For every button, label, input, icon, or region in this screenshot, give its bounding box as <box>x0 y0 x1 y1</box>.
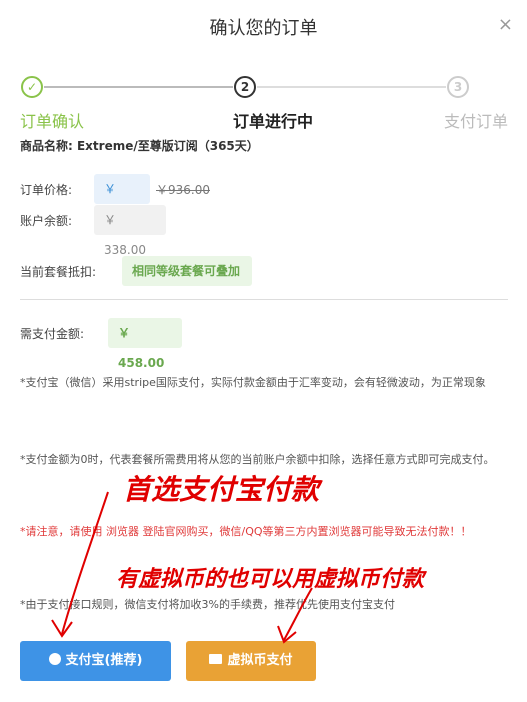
deduct-value-badge: 相同等级套餐可叠加 <box>122 256 252 286</box>
step-1-check-icon: ✓ <box>21 76 43 98</box>
annotation-arrowhead-right <box>277 625 297 644</box>
close-icon[interactable]: × <box>498 16 513 34</box>
alipay-button[interactable]: 支付宝(推荐) <box>20 641 171 681</box>
pay-amount-value: ￥ 458.00 <box>108 318 182 370</box>
note-browser-warning: *请注意，请使用 浏览器 登陆官网购买，微信/QQ等第三方内置浏览器可能导致无法… <box>20 525 472 538</box>
deduct-label: 当前套餐抵扣: <box>20 265 97 279</box>
original-price: ￥936.00 <box>156 183 210 197</box>
annotation-crypto-ok: 有虚拟币的也可以用虚拟币付款 <box>116 566 425 592</box>
alipay-button-label: 支付宝(推荐) <box>65 653 143 668</box>
step-3-label: 支付订单 <box>443 112 508 131</box>
annotation-prefer-alipay: 首选支付宝付款 <box>123 473 320 506</box>
crypto-pay-button-label: 虚拟币支付 <box>227 653 293 668</box>
step-3-indicator: 3 <box>447 76 469 98</box>
pay-amount-label: 需支付金额: <box>20 327 85 341</box>
order-confirm-dialog: 确认您的订单 × ✓ 2 3 订单确认 订单进行中 支付订单 商品名称: Ext… <box>0 0 527 702</box>
crypto-pay-button[interactable]: 虚拟币支付 <box>186 641 316 681</box>
note-stripe: *支付宝（微信）采用stripe国际支付，实际付款金额由于汇率变动，会有轻微波动… <box>20 376 486 389</box>
annotation-arrowhead-left <box>51 619 73 638</box>
balance-value: ￥ 338.00 <box>94 205 166 257</box>
note-wechat-fee: *由于支付接口规则，微信支付将加收3%的手续费，推荐优先使用支付宝支付 <box>20 598 395 611</box>
dialog-title: 确认您的订单 <box>209 18 318 39</box>
balance-label: 账户余额: <box>20 214 73 228</box>
wallet-icon <box>209 654 223 664</box>
step-connector-1 <box>44 86 233 88</box>
step-2-label: 订单进行中 <box>233 112 314 131</box>
product-name: 商品名称: Extreme/至尊版订阅（365天） <box>20 139 259 153</box>
step-1-label: 订单确认 <box>20 112 85 131</box>
step-connector-2 <box>257 86 446 88</box>
alipay-icon <box>48 653 61 665</box>
divider <box>20 299 508 300</box>
order-price-label: 订单价格: <box>20 183 73 197</box>
step-2-indicator: 2 <box>234 76 256 98</box>
order-price-value: ￥ 796 <box>94 174 150 226</box>
